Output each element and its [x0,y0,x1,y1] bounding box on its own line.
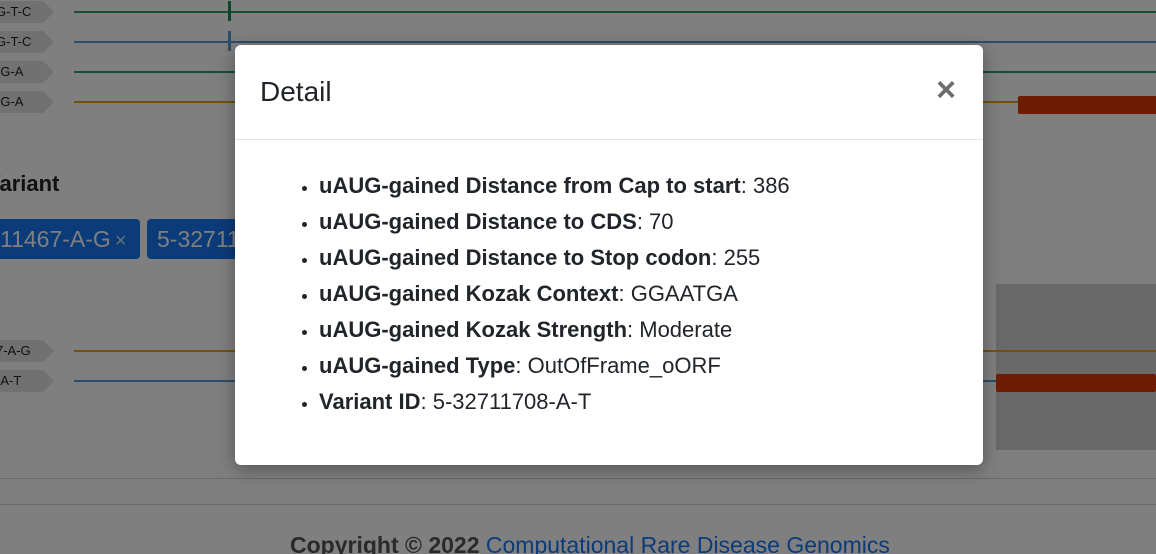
detail-key: uAUG-gained Kozak Context [319,281,619,306]
detail-key: uAUG-gained Type [319,353,516,378]
detail-value: Moderate [639,317,733,342]
detail-list: uAUG-gained Distance from Cap to start: … [235,168,983,420]
detail-value: 255 [723,245,761,270]
detail-item: uAUG-gained Distance to Stop codon: 255 [319,240,983,276]
detail-modal: Detail × uAUG-gained Distance from Cap t… [235,45,983,465]
modal-header: Detail × [235,45,983,140]
detail-item: uAUG-gained Distance to CDS: 70 [319,204,983,240]
detail-item: uAUG-gained Distance from Cap to start: … [319,168,983,204]
detail-value: GGAATGA [630,281,738,306]
detail-key: Variant ID [319,389,421,414]
detail-item: uAUG-gained Kozak Strength: Moderate [319,312,983,348]
detail-key: uAUG-gained Distance to Stop codon [319,245,712,270]
detail-value: OutOfFrame_oORF [527,353,721,378]
detail-key: uAUG-gained Distance from Cap to start [319,173,741,198]
detail-value: 386 [752,173,790,198]
detail-value: 5-32711708-A-T [432,389,592,414]
modal-title: Detail [260,76,332,107]
detail-item: uAUG-gained Kozak Context: GGAATGA [319,276,983,312]
close-icon[interactable]: × [931,73,961,107]
detail-value: 70 [649,209,674,234]
detail-item: uAUG-gained Type: OutOfFrame_oORF [319,348,983,384]
detail-item: Variant ID: 5-32711708-A-T [319,384,983,420]
detail-key: uAUG-gained Distance to CDS [319,209,637,234]
detail-key: uAUG-gained Kozak Strength [319,317,628,342]
modal-body: uAUG-gained Distance from Cap to start: … [235,140,983,420]
